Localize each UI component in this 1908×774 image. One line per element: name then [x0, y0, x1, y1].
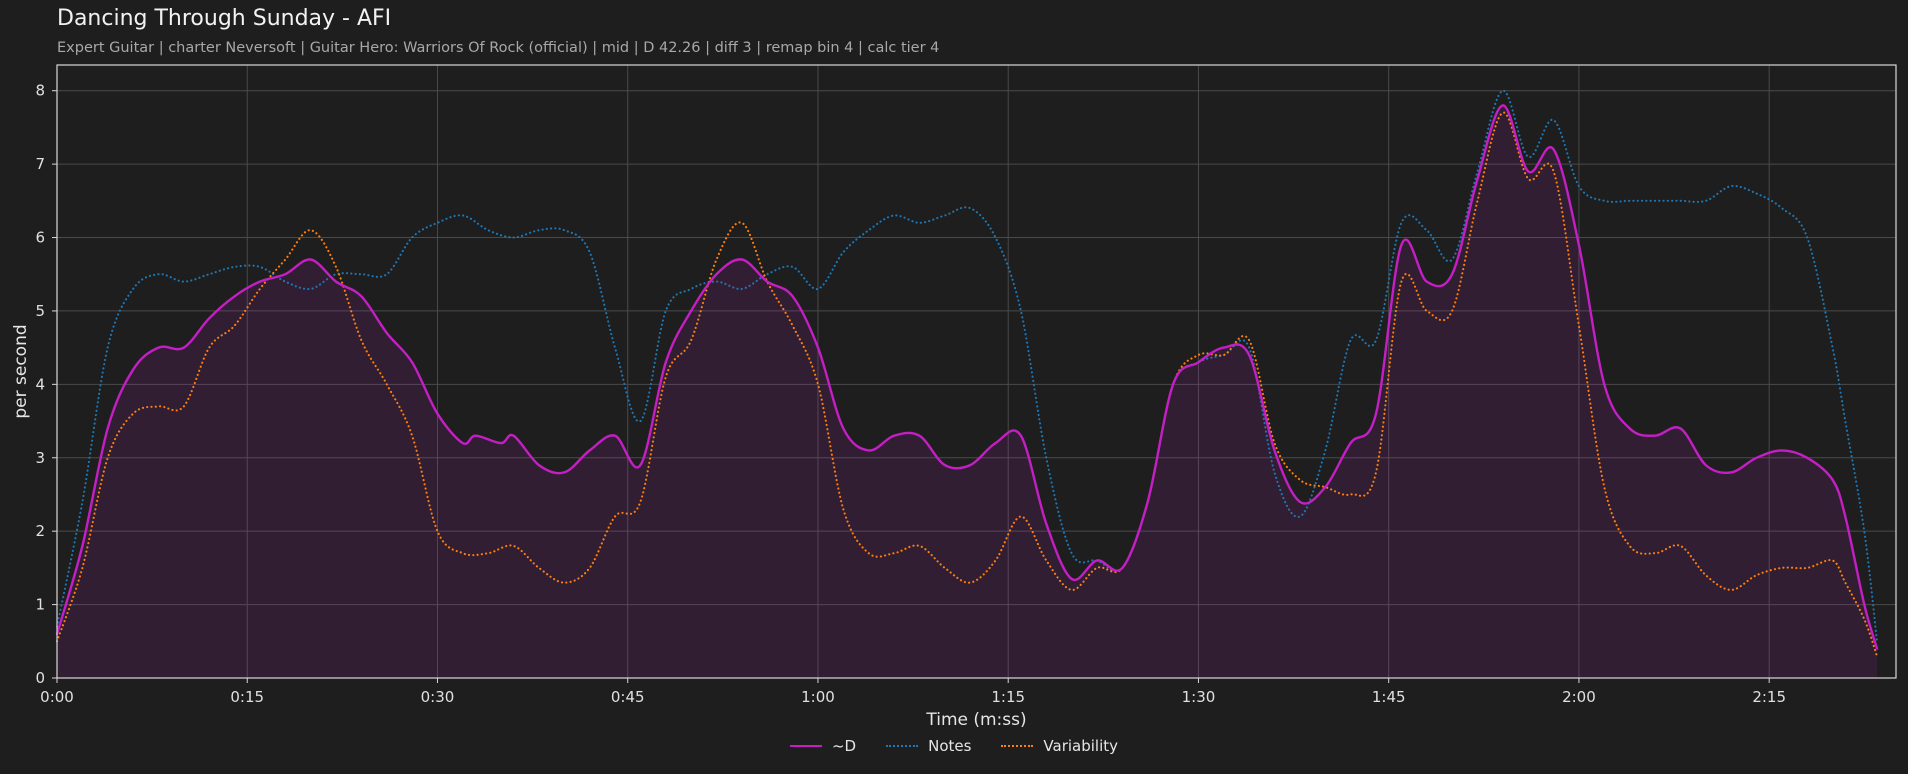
x-tick-label: 2:00 [1562, 688, 1596, 706]
y-tick-label: 2 [35, 522, 45, 540]
legend-item: ~D [789, 737, 857, 755]
x-tick-label: 2:15 [1752, 688, 1786, 706]
x-tick-label: 0:45 [611, 688, 645, 706]
legend-swatch [789, 745, 822, 747]
y-tick-label: 7 [35, 155, 45, 173]
x-tick-label: 0:00 [40, 688, 74, 706]
y-tick-label: 3 [35, 449, 45, 467]
y-tick-label: 1 [35, 596, 45, 614]
legend-label: Notes [928, 737, 972, 755]
series-area-0 [57, 105, 1877, 679]
x-tick-label: 1:30 [1182, 688, 1216, 706]
x-tick-label: 1:00 [801, 688, 835, 706]
y-axis-label: per second [11, 324, 31, 418]
y-tick-label: 8 [35, 82, 45, 100]
legend-swatch [1001, 745, 1034, 747]
legend: ~D Notes Variability [0, 737, 1908, 755]
y-tick-label: 6 [35, 229, 45, 247]
y-tick-label: 0 [35, 669, 45, 687]
y-tick-label: 5 [35, 302, 45, 320]
legend-label: Variability [1043, 737, 1119, 755]
legend-swatch [886, 745, 919, 747]
x-tick-label: 0:15 [230, 688, 264, 706]
line-chart: 0:00 0:15 0:30 0:45 1:00 1:15 1:30 1:45 2:00 2:15… [11, 64, 1897, 730]
legend-label: ~D [831, 737, 857, 755]
x-tick-label: 0:30 [421, 688, 455, 706]
legend-item: Variability [1001, 737, 1118, 755]
x-axis-label: Time (m:ss) [925, 710, 1026, 730]
legend-item: Notes [886, 737, 971, 755]
x-tick-label: 1:15 [991, 688, 1025, 706]
x-tick-label: 1:45 [1372, 688, 1406, 706]
y-tick-label: 4 [35, 375, 45, 393]
